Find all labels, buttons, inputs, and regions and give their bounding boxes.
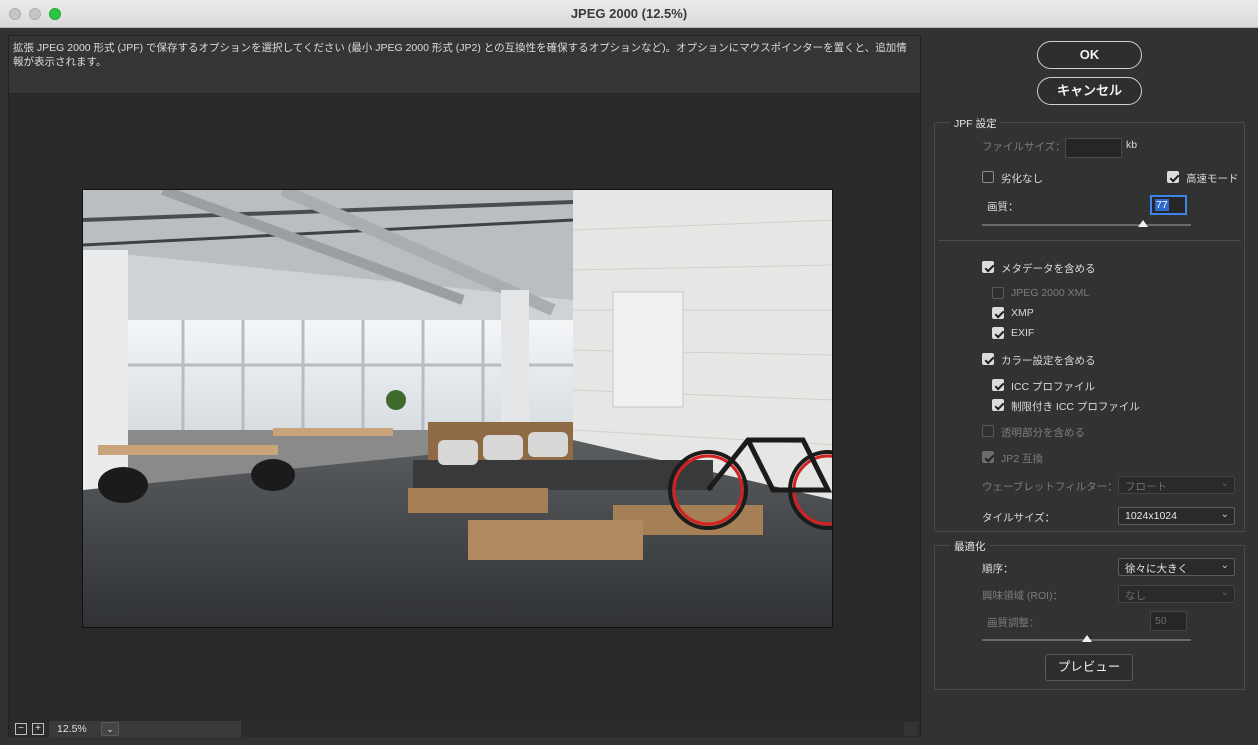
exif-label: EXIF [1011, 327, 1035, 339]
jp2-compat-label: JP2 互換 [1001, 453, 1044, 465]
fast-mode-checkbox[interactable] [1167, 171, 1179, 183]
quality-label: 画質： [987, 201, 1019, 213]
zoom-in-button[interactable]: + [32, 723, 44, 735]
zoom-level-field[interactable]: 12.5% ⌄ [49, 721, 241, 737]
file-size-label: ファイルサイズ： [982, 141, 1066, 153]
ok-button[interactable]: OK [1037, 41, 1142, 69]
quality-adjust-input[interactable]: 50 [1150, 611, 1187, 631]
quality-adjust-label: 画質調整： [987, 617, 1040, 629]
chevron-down-icon: ⌄ [1220, 587, 1229, 598]
tile-size-value: 1024x1024 [1125, 510, 1177, 522]
exif-checkbox[interactable] [992, 327, 1004, 339]
quality-adjust-value: 50 [1155, 615, 1167, 627]
zoom-bar: − + 12.5% ⌄ [9, 721, 920, 737]
preview-panel: 拡張 JPEG 2000 形式 (JPF) で保存するオプションを選択してくださ… [8, 35, 921, 737]
wavelet-filter-value: フロート [1125, 481, 1167, 493]
chevron-down-icon: ⌄ [1220, 560, 1229, 571]
order-label: 順序： [982, 563, 1014, 575]
roi-select[interactable]: なし ⌄ [1118, 585, 1235, 603]
quality-input[interactable]: 77 [1150, 195, 1187, 215]
divider [938, 240, 1241, 241]
lossless-checkbox[interactable] [982, 171, 994, 183]
roi-label: 興味領域 (ROI)： [982, 590, 1064, 602]
quality-slider-track[interactable] [982, 224, 1191, 226]
file-size-input[interactable] [1065, 138, 1122, 158]
tile-size-label: タイルサイズ： [982, 512, 1056, 524]
jp2-compat-checkbox[interactable] [982, 451, 994, 463]
tile-size-select[interactable]: 1024x1024 ⌄ [1118, 507, 1235, 525]
wavelet-filter-select[interactable]: フロート ⌄ [1118, 476, 1235, 494]
office-interior-photo [83, 190, 832, 627]
include-transparency-checkbox[interactable] [982, 425, 994, 437]
order-value: 徐々に大きく [1125, 563, 1188, 575]
xmp-label: XMP [1011, 307, 1034, 319]
quality-adjust-slider-knob[interactable] [1081, 635, 1092, 642]
include-metadata-label: メタデータを含める [1001, 263, 1096, 275]
jpeg2000-xml-checkbox[interactable] [992, 287, 1004, 299]
preview-button[interactable]: プレビュー [1045, 654, 1133, 681]
quality-value: 77 [1155, 199, 1169, 211]
include-color-checkbox[interactable] [982, 353, 994, 365]
order-select[interactable]: 徐々に大きく ⌄ [1118, 558, 1235, 576]
resize-grip[interactable] [904, 722, 918, 736]
window-title: JPEG 2000 (12.5%) [570, 6, 688, 21]
icc-profile-checkbox[interactable] [992, 379, 1004, 391]
lossless-label: 劣化なし [1001, 173, 1043, 185]
include-transparency-label: 透明部分を含める [1001, 427, 1085, 439]
roi-value: なし [1125, 590, 1146, 602]
jpf-settings-title: JPF 設定 [950, 116, 1001, 131]
title-bar: JPEG 2000 (12.5%) [0, 0, 1258, 28]
include-color-label: カラー設定を含める [1001, 355, 1096, 367]
include-metadata-checkbox[interactable] [982, 261, 994, 273]
zoom-out-button[interactable]: − [15, 723, 27, 735]
icc-profile-label: ICC プロファイル [1011, 381, 1095, 393]
chevron-down-icon: ⌄ [1220, 509, 1229, 520]
description-text: 拡張 JPEG 2000 形式 (JPF) で保存するオプションを選択してくださ… [9, 36, 920, 94]
preview-canvas[interactable] [9, 95, 920, 721]
chevron-down-icon: ⌄ [1220, 478, 1229, 489]
cancel-button[interactable]: キャンセル [1037, 77, 1142, 105]
file-size-unit: kb [1126, 139, 1138, 151]
optimization-title: 最適化 [950, 539, 990, 554]
wavelet-filter-label: ウェーブレットフィルター： [982, 481, 1118, 493]
chevron-down-icon[interactable]: ⌄ [101, 722, 119, 736]
restricted-icc-label: 制限付き ICC プロファイル [1011, 401, 1140, 413]
xmp-checkbox[interactable] [992, 307, 1004, 319]
zoom-level-value: 12.5% [57, 723, 87, 735]
quality-slider-knob[interactable] [1137, 220, 1148, 227]
restricted-icc-checkbox[interactable] [992, 399, 1004, 411]
preview-image [82, 189, 833, 628]
fast-mode-label: 高速モード [1186, 173, 1239, 185]
jpeg2000-xml-label: JPEG 2000 XML [1011, 287, 1090, 299]
